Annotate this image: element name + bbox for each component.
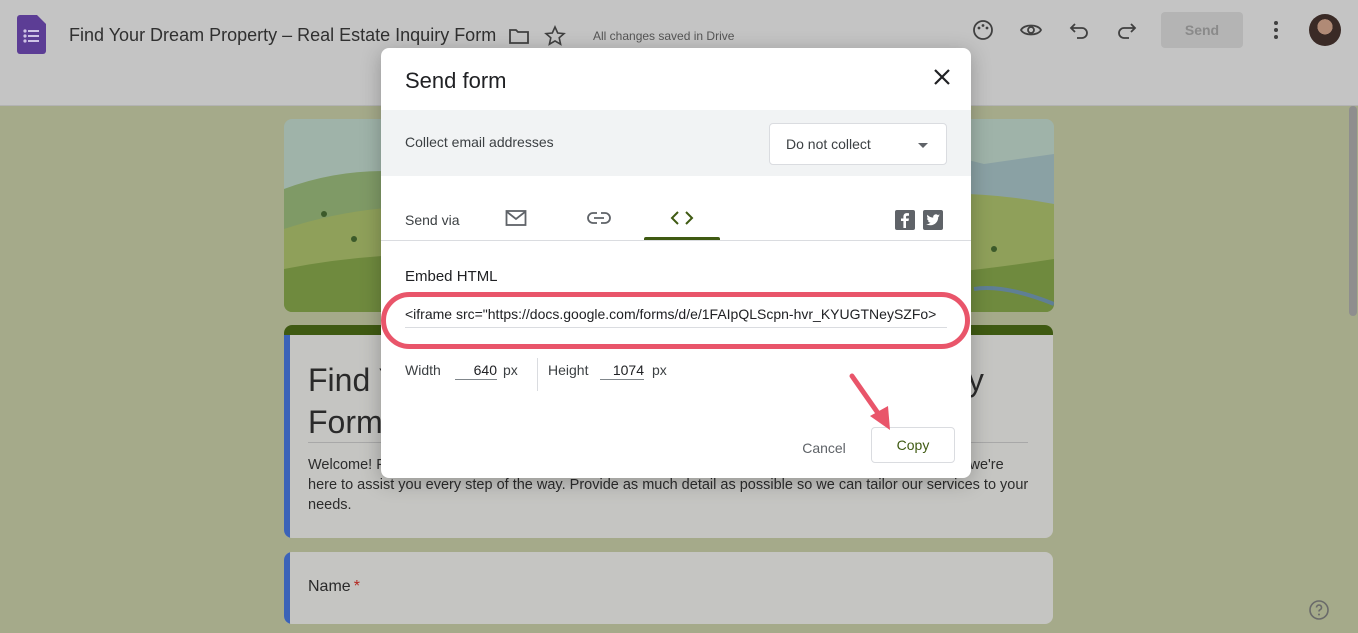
collect-email-select[interactable]: Do not collect [769,123,947,165]
height-unit: px [652,362,667,378]
twitter-share-button[interactable] [923,210,943,230]
collect-email-label: Collect email addresses [405,134,554,150]
pointer-arrow-icon [849,373,890,430]
collect-email-row: Collect email addresses Do not collect [381,110,971,176]
dimension-divider [537,358,538,391]
twitter-icon [926,214,940,226]
facebook-icon [901,213,909,228]
tabs-divider [381,240,971,241]
embed-html-field[interactable]: <iframe src="https://docs.google.com/for… [405,306,947,328]
cancel-button[interactable]: Cancel [787,430,861,466]
dropdown-arrow-icon [918,143,928,148]
facebook-share-button[interactable] [895,210,915,230]
width-unit: px [503,362,518,378]
dialog-title: Send form [405,68,507,93]
embed-code-icon [670,211,694,225]
close-icon [934,69,950,85]
height-label: Height [548,362,589,378]
height-field[interactable]: 1074 [600,362,644,380]
width-field[interactable]: 640 [455,362,497,380]
collect-email-value: Do not collect [786,136,871,152]
width-label: Width [405,362,441,378]
close-button[interactable] [929,64,955,90]
tab-email[interactable] [476,196,556,240]
tab-embed[interactable] [642,196,722,240]
email-icon [505,210,527,226]
tab-link[interactable] [559,196,639,240]
embed-html-label: Embed HTML [405,268,498,285]
link-icon [587,212,611,224]
send-via-label: Send via [405,212,460,228]
